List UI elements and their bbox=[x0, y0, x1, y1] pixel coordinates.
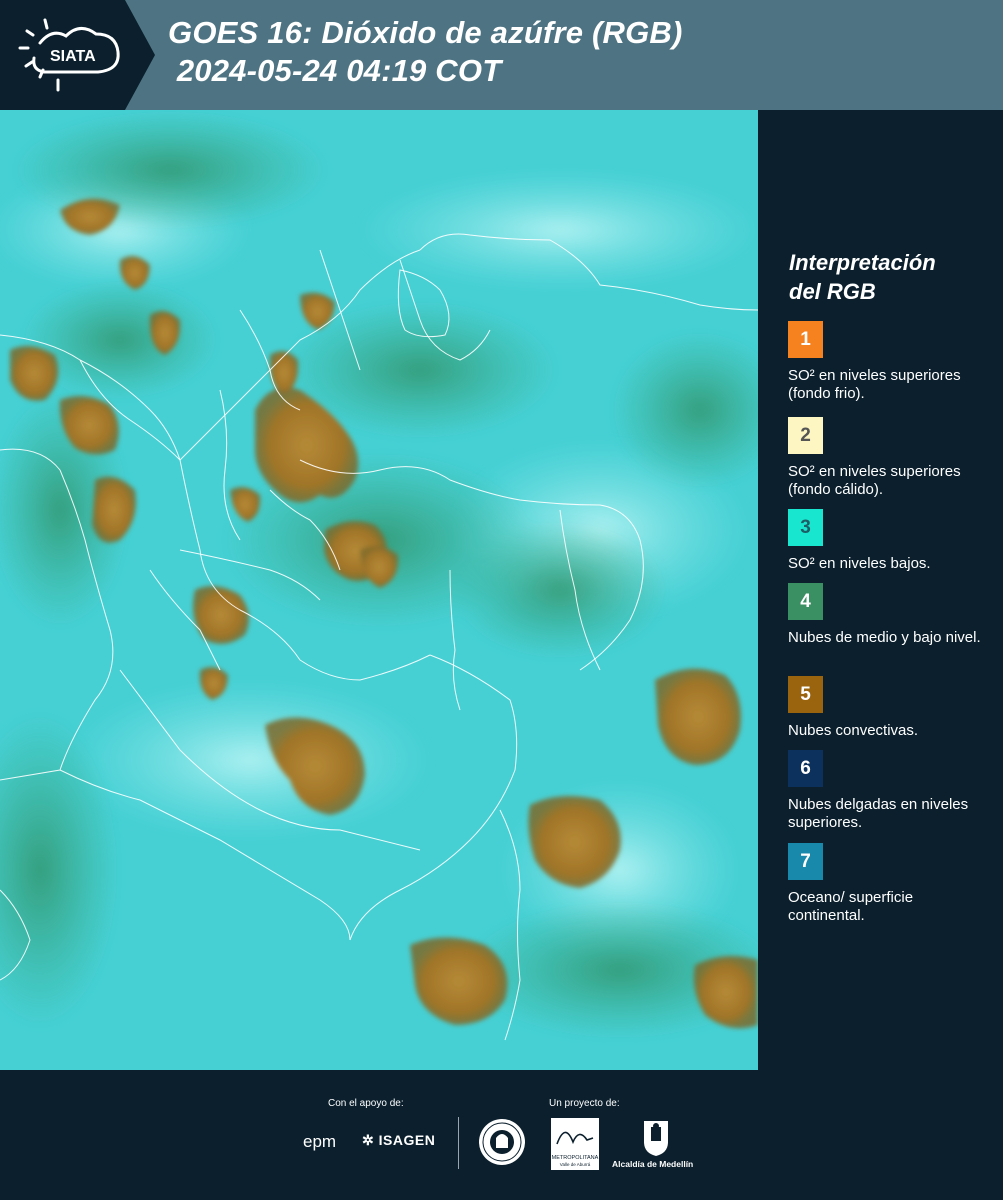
legend-swatch-5: 5 bbox=[788, 676, 823, 713]
header-bar: SIATA GOES 16: Dióxido de azúfre (RGB) 2… bbox=[0, 0, 1003, 110]
legend-item-5: 5 Nubes convectivas. bbox=[788, 676, 988, 740]
legend-desc-7: Oceano/ superficie continental. bbox=[788, 889, 914, 924]
support-label: Con el apoyo de: bbox=[328, 1098, 404, 1109]
title-line-2: 2024-05-24 04:19 COT bbox=[168, 53, 502, 88]
medellin-seal-icon bbox=[479, 1119, 525, 1165]
page-title: GOES 16: Dióxido de azúfre (RGB) 2024-05… bbox=[168, 14, 683, 90]
legend-title: Interpretación del RGB bbox=[789, 248, 936, 306]
legend-desc-1: SO² en niveles superiores (fondo frio). bbox=[788, 367, 961, 402]
legend-item-4: 4 Nubes de medio y bajo nivel. bbox=[788, 583, 988, 647]
legend-desc-5: Nubes convectivas. bbox=[788, 722, 919, 739]
legend-number-2: 2 bbox=[800, 424, 811, 446]
legend-title-line-1: Interpretación bbox=[789, 250, 936, 275]
title-line-1: GOES 16: Dióxido de azúfre (RGB) bbox=[168, 15, 683, 50]
area-metropolitana-label: METROPOLITANA bbox=[551, 1155, 599, 1161]
legend-item-2: 2 SO² en niveles superiores (fondo cálid… bbox=[788, 417, 988, 499]
legend-title-line-2: del RGB bbox=[789, 279, 876, 304]
isagen-logo: ✲ ISAGEN bbox=[362, 1132, 435, 1149]
legend-item-3: 3 SO² en niveles bajos. bbox=[788, 509, 988, 573]
area-signature-icon bbox=[556, 1131, 594, 1145]
legend-desc-6: Nubes delgadas en niveles superiores. bbox=[788, 796, 969, 831]
legend-swatch-7: 7 bbox=[788, 843, 823, 880]
legend-swatch-1: 1 bbox=[788, 321, 823, 358]
legend-item-6: 6 Nubes delgadas en niveles superiores. bbox=[788, 750, 988, 832]
legend-number-6: 6 bbox=[800, 757, 811, 779]
legend-swatch-3: 3 bbox=[788, 509, 823, 546]
satellite-map bbox=[0, 110, 758, 1070]
area-metropolitana-logo: METROPOLITANA Valle de Aburrá bbox=[551, 1118, 599, 1170]
legend-number-5: 5 bbox=[800, 683, 811, 705]
legend-desc-3: SO² en niveles bajos. bbox=[788, 555, 931, 572]
footer: Con el apoyo de: Un proyecto de: epm ✲ I… bbox=[0, 1070, 1003, 1200]
alcaldia-label: Alcaldía de Medellín bbox=[612, 1159, 694, 1169]
legend-swatch-6: 6 bbox=[788, 750, 823, 787]
legend-number-3: 3 bbox=[800, 516, 811, 538]
legend-desc-2: SO² en niveles superiores (fondo cálido)… bbox=[788, 463, 961, 498]
epm-logo: epm bbox=[303, 1132, 337, 1151]
alcaldia-shield-icon bbox=[644, 1121, 668, 1156]
legend-number-1: 1 bbox=[800, 328, 811, 350]
project-label: Un proyecto de: bbox=[549, 1098, 620, 1109]
legend-panel: Interpretación del RGB 1 SO² en niveles … bbox=[760, 110, 1003, 1070]
legend-swatch-4: 4 bbox=[788, 583, 823, 620]
isagen-icon: ✲ bbox=[362, 1132, 375, 1148]
svg-text:SIATA: SIATA bbox=[50, 48, 96, 65]
legend-item-1: 1 SO² en niveles superiores (fondo frio)… bbox=[788, 321, 988, 403]
legend-item-7: 7 Oceano/ superficie continental. bbox=[788, 843, 988, 925]
area-sub-label: Valle de Aburrá bbox=[559, 1162, 591, 1167]
isagen-label: ISAGEN bbox=[378, 1132, 436, 1148]
siata-logo: SIATA bbox=[0, 0, 155, 110]
footer-divider bbox=[458, 1117, 459, 1169]
legend-desc-4: Nubes de medio y bajo nivel. bbox=[788, 629, 981, 646]
legend-number-7: 7 bbox=[800, 850, 811, 872]
legend-number-4: 4 bbox=[800, 590, 811, 612]
legend-swatch-2: 2 bbox=[788, 417, 823, 454]
satellite-image bbox=[0, 110, 758, 1070]
